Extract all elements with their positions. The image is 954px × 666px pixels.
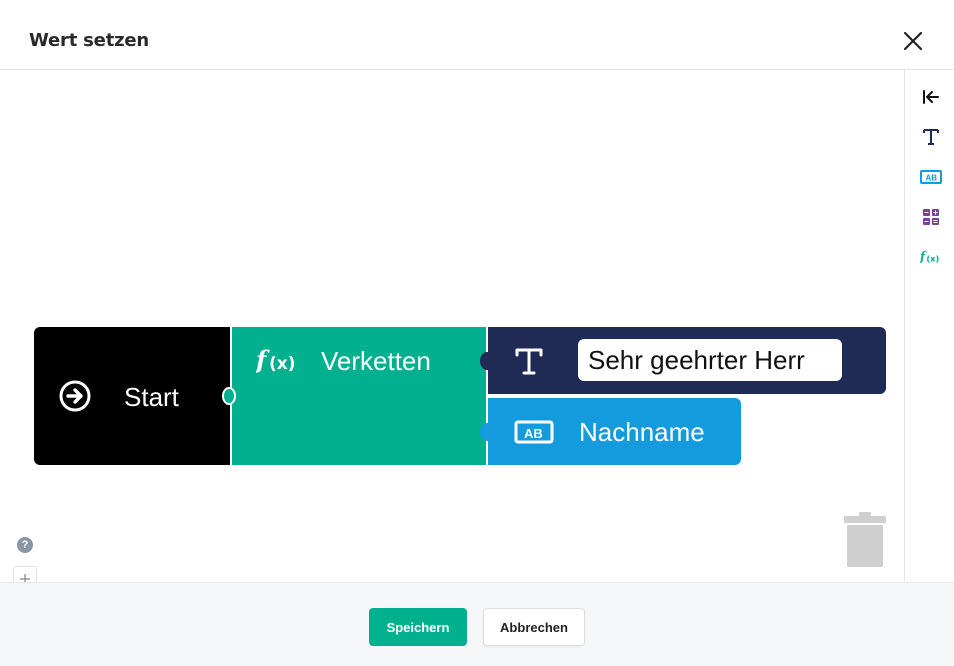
block-toolbox: AB f (x) (904, 70, 954, 582)
variable-ab-icon[interactable]: AB (920, 166, 942, 188)
text-block[interactable]: Sehr geehrter Herr (480, 327, 886, 394)
block-connector (480, 423, 494, 441)
text-icon[interactable] (920, 126, 942, 148)
text-icon (515, 346, 543, 376)
dialog-header: Wert setzen (0, 0, 954, 70)
dialog: Wert setzen Start f (x) Verketten Sehr g… (0, 0, 954, 666)
help-icon[interactable]: ? (17, 537, 33, 553)
concat-block[interactable]: f (x) Verketten (222, 327, 486, 465)
svg-text:f: f (256, 345, 270, 374)
save-button[interactable]: Speichern (369, 608, 467, 646)
dialog-title: Wert setzen (29, 30, 149, 51)
close-icon[interactable] (900, 28, 926, 54)
arrow-circle-right-icon (59, 380, 91, 412)
svg-text:AB: AB (524, 426, 543, 441)
svg-text:(x): (x) (269, 354, 296, 374)
block-connector (222, 387, 236, 405)
dialog-footer: Speichern Abbrechen (0, 582, 954, 666)
variable-block-label: Nachname (579, 417, 705, 447)
concat-block-label: Verketten (321, 346, 431, 376)
collapse-left-icon[interactable] (920, 86, 942, 108)
function-icon: f (x) (254, 344, 300, 376)
block-connector (480, 352, 494, 370)
variable-block[interactable]: AB Nachname (480, 398, 741, 465)
text-value-field[interactable]: Sehr geehrter Herr (578, 339, 842, 381)
variable-ab-icon: AB (514, 420, 554, 444)
svg-text:AB: AB (926, 174, 938, 183)
function-icon[interactable]: f (x) (920, 246, 942, 268)
cancel-button[interactable]: Abbrechen (483, 608, 585, 646)
start-block[interactable]: Start (34, 327, 230, 465)
start-block-label: Start (124, 382, 179, 412)
svg-text:(x): (x) (926, 254, 939, 264)
block-canvas[interactable]: Start f (x) Verketten Sehr geehrter Herr (0, 70, 904, 636)
trash-icon[interactable] (843, 512, 887, 568)
calculator-icon[interactable] (920, 206, 942, 228)
